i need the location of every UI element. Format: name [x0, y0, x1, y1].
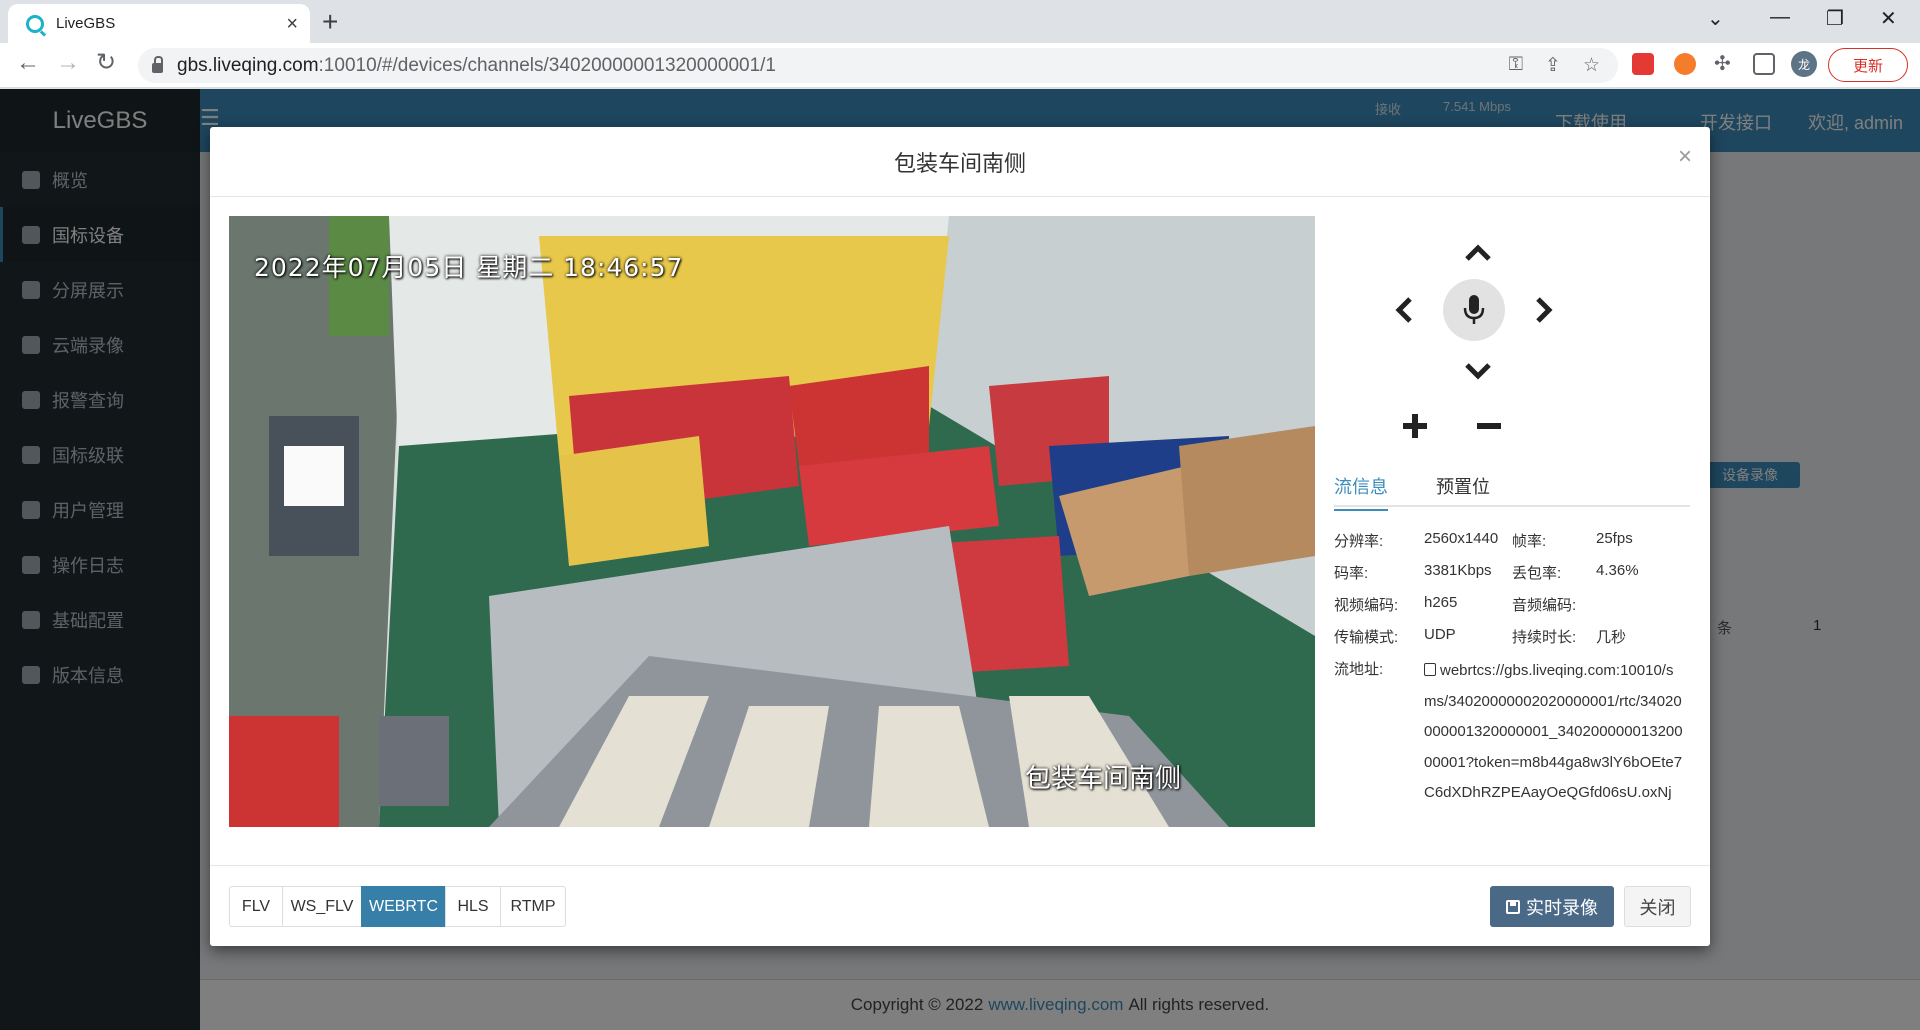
- ptz-right-icon[interactable]: [1534, 295, 1554, 325]
- live-record-label: 实时录像: [1526, 897, 1598, 918]
- info-row: 视频编码: h265 音频编码:: [1334, 594, 1694, 626]
- format-button-rtmp[interactable]: RTMP: [500, 886, 566, 927]
- restore-icon[interactable]: ❐: [1826, 6, 1844, 31]
- format-button-webrtc[interactable]: WEBRTC: [361, 886, 446, 927]
- video-timestamp-overlay: 2022年07月05日 星期二 18:46:57: [254, 253, 684, 282]
- stream-url-label: 流地址:: [1334, 661, 1384, 678]
- ptz-down-icon[interactable]: [1463, 361, 1493, 381]
- minimize-icon[interactable]: —: [1770, 6, 1790, 29]
- resolution-value: 2560x1440: [1424, 530, 1499, 547]
- key-icon[interactable]: ⚿: [1509, 54, 1523, 77]
- livegbs-favicon-icon: [26, 14, 44, 33]
- microphone-icon: [1463, 295, 1485, 324]
- modal-footer: FLV WS_FLV WEBRTC HLS RTMP 实时录像 关闭: [210, 865, 1710, 946]
- browser-tabstrip: LiveGBS × + ⌄ — ❐ ✕: [0, 0, 1920, 43]
- info-row: 码率: 3381Kbps 丢包率: 4.36%: [1334, 562, 1694, 594]
- video-player[interactable]: 2022年07月05日 星期二 18:46:57 包装车间南侧: [229, 216, 1315, 827]
- stream-url-value: webrtcs://gbs.liveqing.com:10010/sms/340…: [1424, 662, 1683, 801]
- new-tab-button[interactable]: +: [322, 6, 338, 38]
- info-row: 传输模式: UDP 持续时长: 几秒: [1334, 626, 1694, 658]
- loss-value: 4.36%: [1596, 562, 1639, 579]
- zoom-in-icon[interactable]: [1402, 413, 1428, 439]
- format-button-hls[interactable]: HLS: [445, 886, 501, 927]
- address-bar[interactable]: gbs.liveqing.com:10010/#/devices/channel…: [138, 48, 1618, 83]
- transport-label: 传输模式:: [1334, 629, 1399, 646]
- back-icon[interactable]: ←: [16, 51, 40, 75]
- format-button-flv[interactable]: FLV: [229, 886, 283, 927]
- ptz-left-icon[interactable]: [1394, 295, 1414, 325]
- reload-icon[interactable]: ↻: [96, 51, 116, 75]
- zoom-out-icon[interactable]: [1476, 413, 1502, 439]
- live-record-button[interactable]: 实时录像: [1490, 886, 1614, 927]
- player-modal: 包装车间南侧 × 2022年07月05日 星期二 18:46:57 包装车间南侧…: [210, 127, 1710, 946]
- bookmark-star-icon[interactable]: ☆: [1583, 54, 1600, 77]
- ptz-up-icon[interactable]: [1463, 243, 1493, 263]
- fps-label: 帧率:: [1512, 533, 1547, 550]
- window-close-icon[interactable]: ✕: [1880, 6, 1897, 31]
- tab-presets[interactable]: 预置位: [1436, 473, 1490, 509]
- ptz-control: [1372, 227, 1584, 447]
- tab-stream-info[interactable]: 流信息: [1334, 473, 1388, 511]
- lock-icon[interactable]: [152, 55, 163, 73]
- transport-value: UDP: [1424, 626, 1456, 643]
- omnibox-icons: ⚿ ⇪ ☆: [1509, 54, 1600, 77]
- loss-label: 丢包率:: [1512, 565, 1562, 582]
- close-button[interactable]: 关闭: [1624, 886, 1691, 927]
- fe-extension-icon[interactable]: [1632, 53, 1654, 75]
- copy-icon[interactable]: [1424, 663, 1436, 676]
- share-icon[interactable]: ⇪: [1545, 54, 1561, 77]
- stream-url[interactable]: webrtcs://gbs.liveqing.com:10010/sms/340…: [1424, 656, 1684, 809]
- format-button-ws_flv[interactable]: WS_FLV: [282, 886, 362, 927]
- resolution-label: 分辨率:: [1334, 533, 1384, 550]
- info-row: 分辨率: 2560x1440 帧率: 25fps: [1334, 530, 1694, 562]
- fps-value: 25fps: [1596, 530, 1633, 547]
- save-icon: [1506, 899, 1520, 914]
- bitrate-value: 3381Kbps: [1424, 562, 1492, 579]
- video-channel-name-overlay: 包装车间南侧: [1025, 763, 1182, 793]
- tab-search-icon[interactable]: ⌄: [1707, 6, 1724, 31]
- update-button[interactable]: 更新: [1828, 48, 1908, 82]
- acodec-label: 音频编码:: [1512, 597, 1577, 614]
- stream-info-tabs: 流信息 预置位: [1334, 467, 1690, 511]
- orange-extension-icon[interactable]: [1674, 53, 1696, 75]
- vcodec-label: 视频编码:: [1334, 597, 1399, 614]
- talk-button[interactable]: [1443, 279, 1505, 341]
- camera-frame-image: [229, 216, 1315, 827]
- duration-label: 持续时长:: [1512, 629, 1577, 646]
- profile-avatar[interactable]: 龙: [1791, 51, 1817, 77]
- update-label: 更新: [1852, 57, 1883, 75]
- forward-icon[interactable]: →: [56, 51, 80, 75]
- tab-title: LiveGBS: [56, 15, 116, 32]
- extensions-puzzle-icon[interactable]: ✣: [1714, 54, 1731, 74]
- modal-close-icon[interactable]: ×: [1678, 143, 1692, 171]
- browser-toolbar: ← → ↻ gbs.liveqing.com:10010/#/devices/c…: [0, 43, 1920, 88]
- url-text: gbs.liveqing.com:10010/#/devices/channel…: [177, 55, 776, 77]
- browser-tab[interactable]: LiveGBS ×: [8, 4, 310, 43]
- side-panel-icon[interactable]: [1753, 53, 1775, 75]
- bitrate-label: 码率:: [1334, 565, 1369, 582]
- url-host: gbs.liveqing.com: [177, 54, 319, 76]
- format-button-group: FLV WS_FLV WEBRTC HLS RTMP: [229, 886, 566, 927]
- vcodec-value: h265: [1424, 594, 1458, 611]
- modal-title: 包装车间南侧: [893, 150, 1026, 176]
- url-path: :10010/#/devices/channels/34020000001320…: [318, 54, 776, 76]
- tab-close-icon[interactable]: ×: [286, 14, 298, 34]
- modal-header: 包装车间南侧 ×: [210, 127, 1710, 197]
- duration-value: 几秒: [1596, 629, 1627, 646]
